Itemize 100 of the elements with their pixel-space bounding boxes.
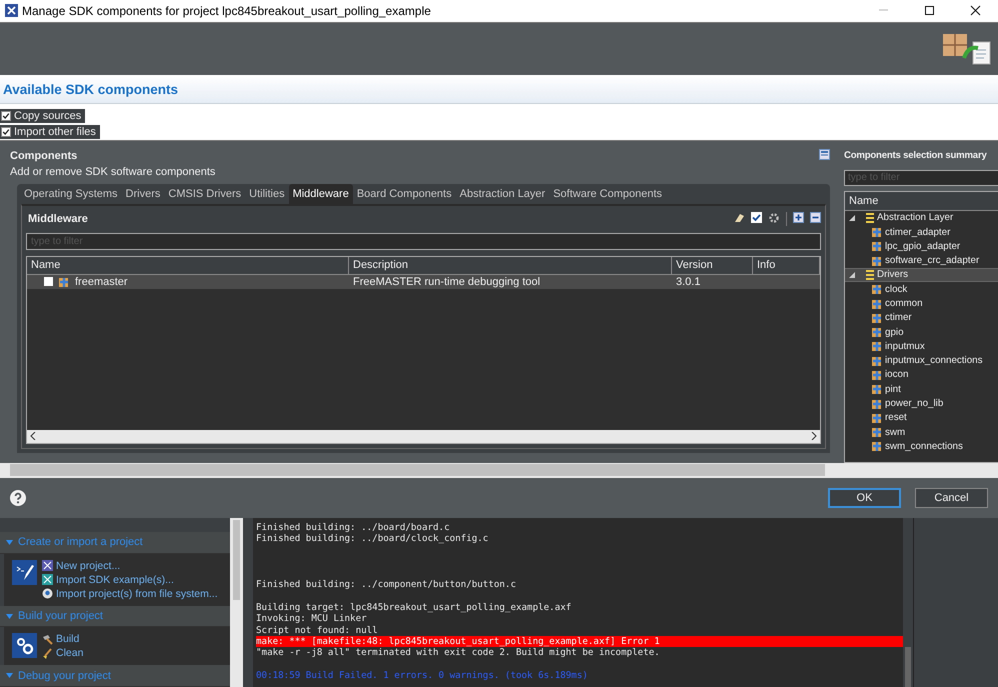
tree-label: software_crc_adapter <box>885 255 980 266</box>
component-icon <box>871 398 883 410</box>
eraser-icon[interactable] <box>734 212 745 223</box>
horizontal-scrollbar[interactable] <box>0 462 998 478</box>
tree-row[interactable]: ctimer_adapter <box>845 224 998 240</box>
tree-row[interactable]: Drivers <box>845 268 998 282</box>
tree-label: swm_connections <box>885 440 963 452</box>
component-icon <box>58 276 70 288</box>
tree-label: inputmux_connections <box>885 355 982 366</box>
tree-row[interactable]: gpio <box>845 324 998 340</box>
component-icon <box>871 298 883 310</box>
gears-icon <box>14 636 34 656</box>
component-icon <box>871 340 883 352</box>
scroll-left-icon[interactable] <box>30 432 36 440</box>
minimize-panel-icon[interactable] <box>819 148 830 160</box>
close-icon[interactable] <box>970 5 980 16</box>
tree-row[interactable]: ctimer <box>845 310 998 325</box>
action-link[interactable]: Clean <box>56 647 84 660</box>
expanded-triangle-icon[interactable] <box>849 214 855 221</box>
tree-row[interactable]: swm <box>845 425 998 440</box>
component-icon <box>871 354 883 367</box>
app-icon <box>5 4 18 18</box>
tree-row[interactable]: inputmux <box>845 339 998 354</box>
tree-row[interactable]: iocon <box>845 368 998 382</box>
tree-label: pint <box>885 384 901 395</box>
tree-row[interactable]: reset <box>845 410 998 426</box>
vertical-scrollbar[interactable] <box>230 518 243 687</box>
tree-label: inputmux <box>885 340 925 352</box>
tree-row[interactable]: swm_connections <box>845 439 998 454</box>
tree-label: iocon <box>885 369 908 380</box>
category-tab[interactable]: Abstraction Layer <box>456 184 550 204</box>
component-icon <box>871 312 883 324</box>
tree-row[interactable]: lpc_gpio_adapter <box>845 239 998 254</box>
option-checkbox[interactable]: Copy sources <box>0 108 86 123</box>
tree-row[interactable]: common <box>845 296 998 311</box>
tree-label: gpio <box>885 326 904 338</box>
tree-label: ctimer_adapter <box>885 226 950 238</box>
tree-row[interactable]: software_crc_adapter <box>845 253 998 268</box>
sdk-example-icon <box>42 574 53 586</box>
gear-icon[interactable] <box>768 212 780 224</box>
tree-label: power_no_lib <box>885 398 944 410</box>
action-link[interactable]: Import SDK example(s)... <box>56 574 174 586</box>
table-row[interactable]: freemaster FreeMASTER run-time debugging tool 3.0.1 <box>27 274 820 289</box>
category-tab[interactable]: Drivers <box>122 184 164 204</box>
scroll-right-icon[interactable] <box>811 432 817 440</box>
broom-icon <box>42 648 53 659</box>
category-tab[interactable]: Software Components <box>549 184 666 204</box>
check-all-icon[interactable] <box>751 212 762 223</box>
section-caret-icon[interactable] <box>6 540 13 545</box>
checkbox[interactable] <box>1 126 11 137</box>
column-header[interactable]: Name <box>849 194 878 207</box>
console-line: Finished building: ../component/button/button.c <box>256 578 517 590</box>
action-link[interactable]: New project... <box>56 560 120 572</box>
tree-row[interactable]: pint <box>845 382 998 396</box>
tree-label: Abstraction Layer <box>877 212 954 224</box>
dialog-button[interactable]: Cancel <box>915 488 988 508</box>
component-icon <box>871 426 883 438</box>
component-icon <box>871 383 883 396</box>
console-line: Script not found: null <box>256 624 379 636</box>
column-header[interactable]: Description <box>349 256 672 275</box>
console-line: Invoking: MCU Linker <box>256 613 368 625</box>
action-link[interactable]: Build <box>56 633 80 646</box>
section-caret-icon[interactable] <box>6 614 13 618</box>
category-icon <box>865 212 875 224</box>
section-caret-icon[interactable] <box>6 673 13 678</box>
column-header[interactable]: Name <box>27 256 349 275</box>
dialog-button[interactable]: OK <box>828 488 901 508</box>
tree-label: ctimer <box>885 312 912 324</box>
section-title: Middleware <box>28 212 89 225</box>
expand-all-icon[interactable] <box>793 212 804 223</box>
checkbox[interactable] <box>1 110 11 121</box>
scrollbar-thumb[interactable] <box>905 647 911 687</box>
category-tab[interactable]: CMSIS Drivers <box>164 184 246 204</box>
tree-label: swm <box>885 426 906 438</box>
checkbox[interactable] <box>44 277 53 286</box>
help-icon[interactable] <box>10 490 26 506</box>
tree-label: reset <box>885 412 907 424</box>
action-link[interactable]: Import project(s) from file system... <box>56 588 218 600</box>
column-header[interactable]: Version <box>672 256 753 275</box>
new-project-wizard-icon <box>14 562 34 582</box>
tree-row[interactable]: Abstraction Layer <box>845 210 998 225</box>
category-tab[interactable]: Middleware <box>288 184 353 204</box>
page-heading: Available SDK components <box>3 82 178 97</box>
component-icon <box>871 283 883 296</box>
category-tab[interactable]: Board Components <box>352 184 456 204</box>
component-icon <box>871 440 883 452</box>
tree-row[interactable]: inputmux_connections <box>845 354 998 368</box>
tree-row[interactable]: power_no_lib <box>845 396 998 411</box>
category-tab[interactable]: Utilities <box>245 184 289 204</box>
option-checkbox[interactable]: Import other files <box>0 124 100 139</box>
column-header[interactable]: Info <box>753 256 820 275</box>
component-icon <box>871 412 883 424</box>
tree-row[interactable]: clock <box>845 282 998 296</box>
horizontal-scrollbar[interactable] <box>27 430 820 443</box>
maximize-icon[interactable] <box>924 5 934 16</box>
window-title: Manage SDK components for project lpc845breakout_usart_polling_example <box>22 4 432 18</box>
expanded-triangle-icon[interactable] <box>849 272 855 278</box>
collapse-all-icon[interactable] <box>810 212 821 223</box>
category-tab[interactable]: Operating Systems <box>20 184 122 204</box>
console-line: Finished building: ../board/clock_config.c <box>256 533 490 545</box>
